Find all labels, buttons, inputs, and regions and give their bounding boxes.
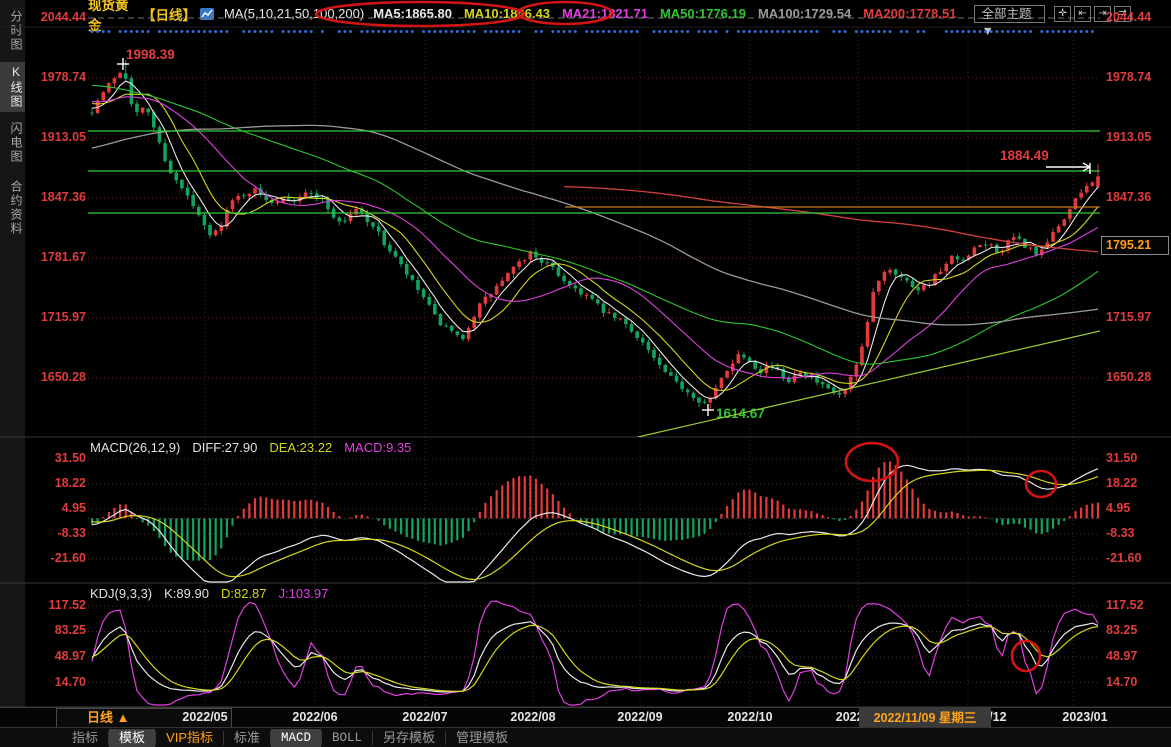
chart-canvas	[0, 0, 1171, 708]
tab-指标[interactable]: 指标	[62, 729, 108, 747]
macd-tick-left: -21.60	[50, 550, 86, 565]
theme-dropdown[interactable]: 全部主题▼	[974, 4, 1046, 38]
chart-header: 现货黄金 【日线】 MA(5,10,21,50,100,200) MA5:186…	[88, 0, 1171, 38]
sidebar-item-3[interactable]: 合约资料	[0, 180, 25, 236]
left-sidebar: 分时图 K线图闪电图合约资料	[0, 0, 25, 707]
kdj-tick-right: 48.97	[1106, 649, 1138, 663]
price-tick-left: 1978.74	[40, 70, 86, 84]
macd-tick-left: -8.33	[57, 526, 87, 540]
tab-另存模板[interactable]: 另存模板	[373, 729, 445, 747]
kdj-tick-right: 83.25	[1106, 623, 1138, 638]
sidebar-item-0[interactable]: 分时图	[0, 10, 25, 52]
price-tick-right: 1913.05	[1106, 130, 1152, 144]
macd-title: MACD(26,12,9)	[90, 440, 181, 455]
macd-diff-value: DIFF:27.90	[192, 440, 258, 455]
recent-high-annotation: 1884.49	[1000, 148, 1049, 163]
price-axis-left: 2044.44 1978.74 1913.05 1847.36 1781.67 1715.…	[28, 0, 86, 707]
macd-tick-left: 18.22	[54, 476, 86, 490]
kdj-j-value: J:103.97	[278, 586, 329, 601]
date-label-5: 2022/10	[727, 710, 773, 724]
macd-pane-header: MACD(26,12,9) DIFF:27.90 DEA:23.22 MACD:…	[90, 440, 411, 455]
price-tick-left: 1847.36	[40, 189, 86, 204]
ma-legend-4: MA100:1729.54	[757, 6, 852, 21]
price-tick-left: 1715.97	[40, 310, 86, 324]
price-tick-right: 1650.28	[1106, 369, 1152, 384]
price-tick-right: 1847.36	[1106, 189, 1152, 204]
macd-tick-left: 4.95	[61, 501, 86, 515]
ma-legend-3: MA50:1776.19	[659, 6, 746, 21]
tab-BOLL[interactable]: BOLL	[322, 729, 372, 747]
tab-模板[interactable]: 模板	[109, 728, 156, 747]
time-axis-row: 日线 ▲ 2022/05 2022/06 2022/07 2022/08 2022/09…	[0, 707, 1171, 728]
date-label-0: 2022/05	[182, 710, 228, 724]
price-tick-left: 1913.05	[40, 130, 86, 144]
tab-VIP指标[interactable]: VIP指标	[156, 729, 223, 747]
price-tick-right: 1978.74	[1106, 70, 1152, 84]
price-axis-right: 2044.44 1978.74 1913.05 1847.36 1715.97 1650.…	[1104, 0, 1170, 707]
tab-管理模板[interactable]: 管理模板	[446, 729, 518, 747]
ma-legend: MA5:1865.80 MA10:1846.43 MA21:1821.71 MA50:…	[373, 6, 956, 21]
ma-legend-0: MA5:1865.80	[373, 6, 452, 21]
tab-MACD[interactable]: MACD	[271, 728, 322, 747]
macd-tick-right: 31.50	[1106, 451, 1138, 465]
tab-标准[interactable]: 标准	[224, 729, 270, 747]
sidebar-item-2[interactable]: 闪电图	[0, 122, 25, 164]
ma-legend-2: MA21:1821.71	[561, 6, 648, 21]
compress-x-icon[interactable]: ⇤	[1074, 5, 1092, 22]
ma-legend-5: MA200:1778.51	[863, 6, 957, 21]
chart-icon	[199, 7, 215, 21]
low-price-annotation: 1614.67	[716, 406, 765, 421]
price-tick-right: 2044.44	[1106, 10, 1152, 24]
ma-legend-1: MA10:1846.43	[463, 6, 550, 21]
kdj-tick-left: 14.70	[54, 674, 86, 689]
bottom-tab-bar: 指标 模板 VIP指标 标准 MACD BOLL 另存模板 管理模板	[0, 727, 1171, 747]
macd-tick-right: -8.33	[1106, 526, 1135, 540]
macd-tick-right: 4.95	[1106, 501, 1131, 515]
kdj-k-value: K:89.90	[164, 586, 209, 601]
price-tick-left: 2044.44	[40, 10, 86, 24]
kdj-tick-left: 48.97	[54, 649, 86, 663]
macd-tick-left: 31.50	[54, 451, 86, 465]
macd-dea-value: DEA:23.22	[269, 440, 333, 455]
kdj-tick-left: 117.52	[48, 597, 86, 612]
crosshair-date-label: 2022/11/09 星期三	[859, 708, 991, 728]
move-icon[interactable]: ✛	[1054, 5, 1072, 22]
kdj-tick-right: 117.52	[1106, 597, 1144, 612]
date-label-1: 2022/06	[292, 710, 338, 724]
high-price-annotation: 1998.39	[126, 47, 175, 62]
macd-tick-right: 18.22	[1106, 476, 1138, 490]
kdj-pane-header: KDJ(9,3,3) K:89.90 D:82.87 J:103.97	[90, 586, 328, 601]
period-tag: 【日线】	[141, 7, 196, 23]
date-label-3: 2022/08	[510, 710, 556, 724]
crosshair-price-label: 1795.21	[1101, 235, 1169, 255]
price-tick-left: 1650.28	[40, 369, 86, 384]
kdj-tick-right: 14.70	[1106, 674, 1138, 689]
date-label-4: 2022/09	[617, 710, 663, 724]
trading-app-window: 分时图 K线图闪电图合约资料 现货黄金 【日线】 MA(5,10,21,50,10…	[0, 0, 1171, 747]
ma-group-label: MA(5,10,21,50,100,200)	[223, 6, 365, 21]
macd-macd-value: MACD:9.35	[344, 440, 412, 455]
price-tick-right: 1715.97	[1106, 310, 1152, 324]
date-label-2: 2022/07	[402, 710, 448, 724]
kdj-d-value: D:82.87	[220, 586, 267, 601]
date-label-8: 2023/01	[1062, 710, 1108, 724]
symbol-name: 现货黄金	[88, 0, 129, 33]
macd-tick-right: -21.60	[1106, 550, 1142, 565]
kdj-tick-left: 83.25	[54, 623, 86, 638]
price-tick-left: 1781.67	[40, 249, 86, 264]
sidebar-item-1[interactable]: K线图	[0, 62, 25, 112]
kdj-title: KDJ(9,3,3)	[90, 586, 153, 601]
